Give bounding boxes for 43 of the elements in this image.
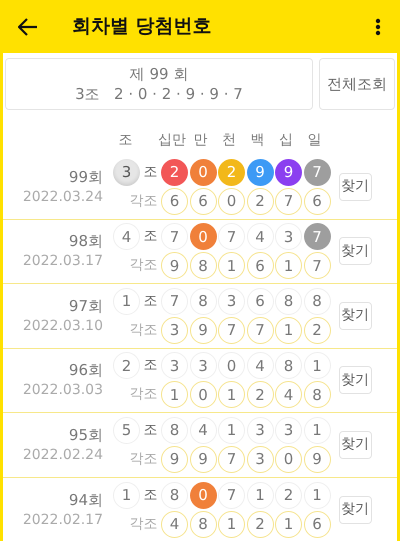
round-title: 제 99 회 xyxy=(130,64,188,84)
group-label: 조 xyxy=(142,420,158,440)
column-header: 일 xyxy=(306,130,322,150)
each-group-label: 각조 xyxy=(128,514,158,534)
group-label: 조 xyxy=(142,356,158,376)
find-button[interactable]: 찾기 xyxy=(338,496,372,524)
find-button[interactable]: 찾기 xyxy=(338,172,372,201)
draw-date: 2022.03.10 xyxy=(22,316,103,336)
draw-date: 2022.03.24 xyxy=(22,188,103,207)
find-button[interactable]: 찾기 xyxy=(338,366,372,394)
each-group-label: 각조 xyxy=(128,256,158,276)
group-label: 조 xyxy=(142,227,158,246)
round-label: 99회 xyxy=(68,166,103,187)
group-label: 조 xyxy=(142,162,158,182)
view-all-button[interactable]: 전체조회 xyxy=(319,58,395,110)
each-group-label: 각조 xyxy=(128,385,158,404)
round-label: 96회 xyxy=(68,360,103,380)
round-label: 95회 xyxy=(68,424,103,445)
back-arrow-icon[interactable] xyxy=(18,18,38,36)
group-label: 조 xyxy=(142,486,158,505)
find-button[interactable]: 찾기 xyxy=(338,302,372,330)
column-header: 조 xyxy=(117,130,134,150)
column-header: 십만 xyxy=(158,130,186,150)
app-bar-title: 회차별 당첨번호 xyxy=(72,14,212,40)
draw-date: 2022.03.03 xyxy=(22,381,103,400)
draw-date: 2022.02.17 xyxy=(22,510,103,530)
group-label: 조 xyxy=(142,292,158,311)
find-button[interactable]: 찾기 xyxy=(338,237,372,266)
column-header: 백 xyxy=(249,130,266,150)
column-header: 천 xyxy=(220,130,237,150)
each-group-label: 각조 xyxy=(128,450,158,469)
winning-numbers: 3조 2 · 0 · 2 · 9 · 9 · 7 xyxy=(75,84,243,104)
round-label: 97회 xyxy=(68,296,103,316)
round-label: 98회 xyxy=(68,231,103,252)
more-menu-icon[interactable] xyxy=(375,18,381,36)
draw-date: 2022.02.24 xyxy=(22,446,103,465)
each-group-label: 각조 xyxy=(128,192,158,211)
each-group-label: 각조 xyxy=(128,320,158,340)
draw-date: 2022.03.17 xyxy=(22,252,103,272)
find-button[interactable]: 찾기 xyxy=(338,430,372,459)
column-header: 만 xyxy=(192,130,208,150)
column-header: 십 xyxy=(278,130,294,150)
round-label: 94회 xyxy=(68,490,103,510)
